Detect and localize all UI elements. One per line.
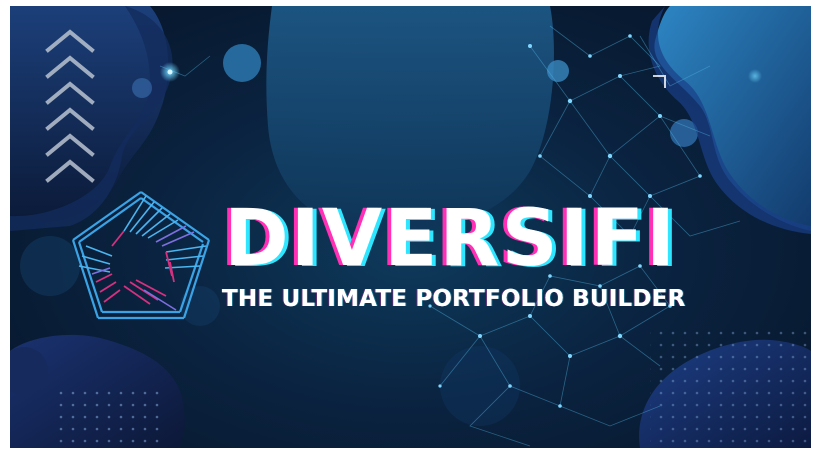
chevron-up-icon xyxy=(45,55,95,79)
chevron-up-icon xyxy=(45,29,95,53)
chevron-up-icon xyxy=(45,81,95,105)
chevron-up-icon xyxy=(45,107,95,131)
bokeh-3 xyxy=(440,346,520,426)
dot-grid-bottom-right xyxy=(650,324,811,448)
hero-banner: DIVERSIFI THE ULTIMATE PORTFOLIO BUILDER xyxy=(10,6,811,448)
glow-node-2 xyxy=(748,69,762,83)
circle-top-2 xyxy=(547,60,569,82)
chevron-stack xyxy=(45,29,95,183)
circle-left-1 xyxy=(132,78,152,98)
chevron-up-icon xyxy=(45,159,95,183)
dot-grid-bottom-left xyxy=(54,384,164,444)
circle-top-1 xyxy=(223,44,261,82)
chevron-up-icon xyxy=(45,133,95,157)
brand-title: DIVERSIFI xyxy=(224,194,677,284)
brand-tagline: THE ULTIMATE PORTFOLIO BUILDER xyxy=(222,286,686,312)
pentagon-logo-icon xyxy=(71,191,211,320)
